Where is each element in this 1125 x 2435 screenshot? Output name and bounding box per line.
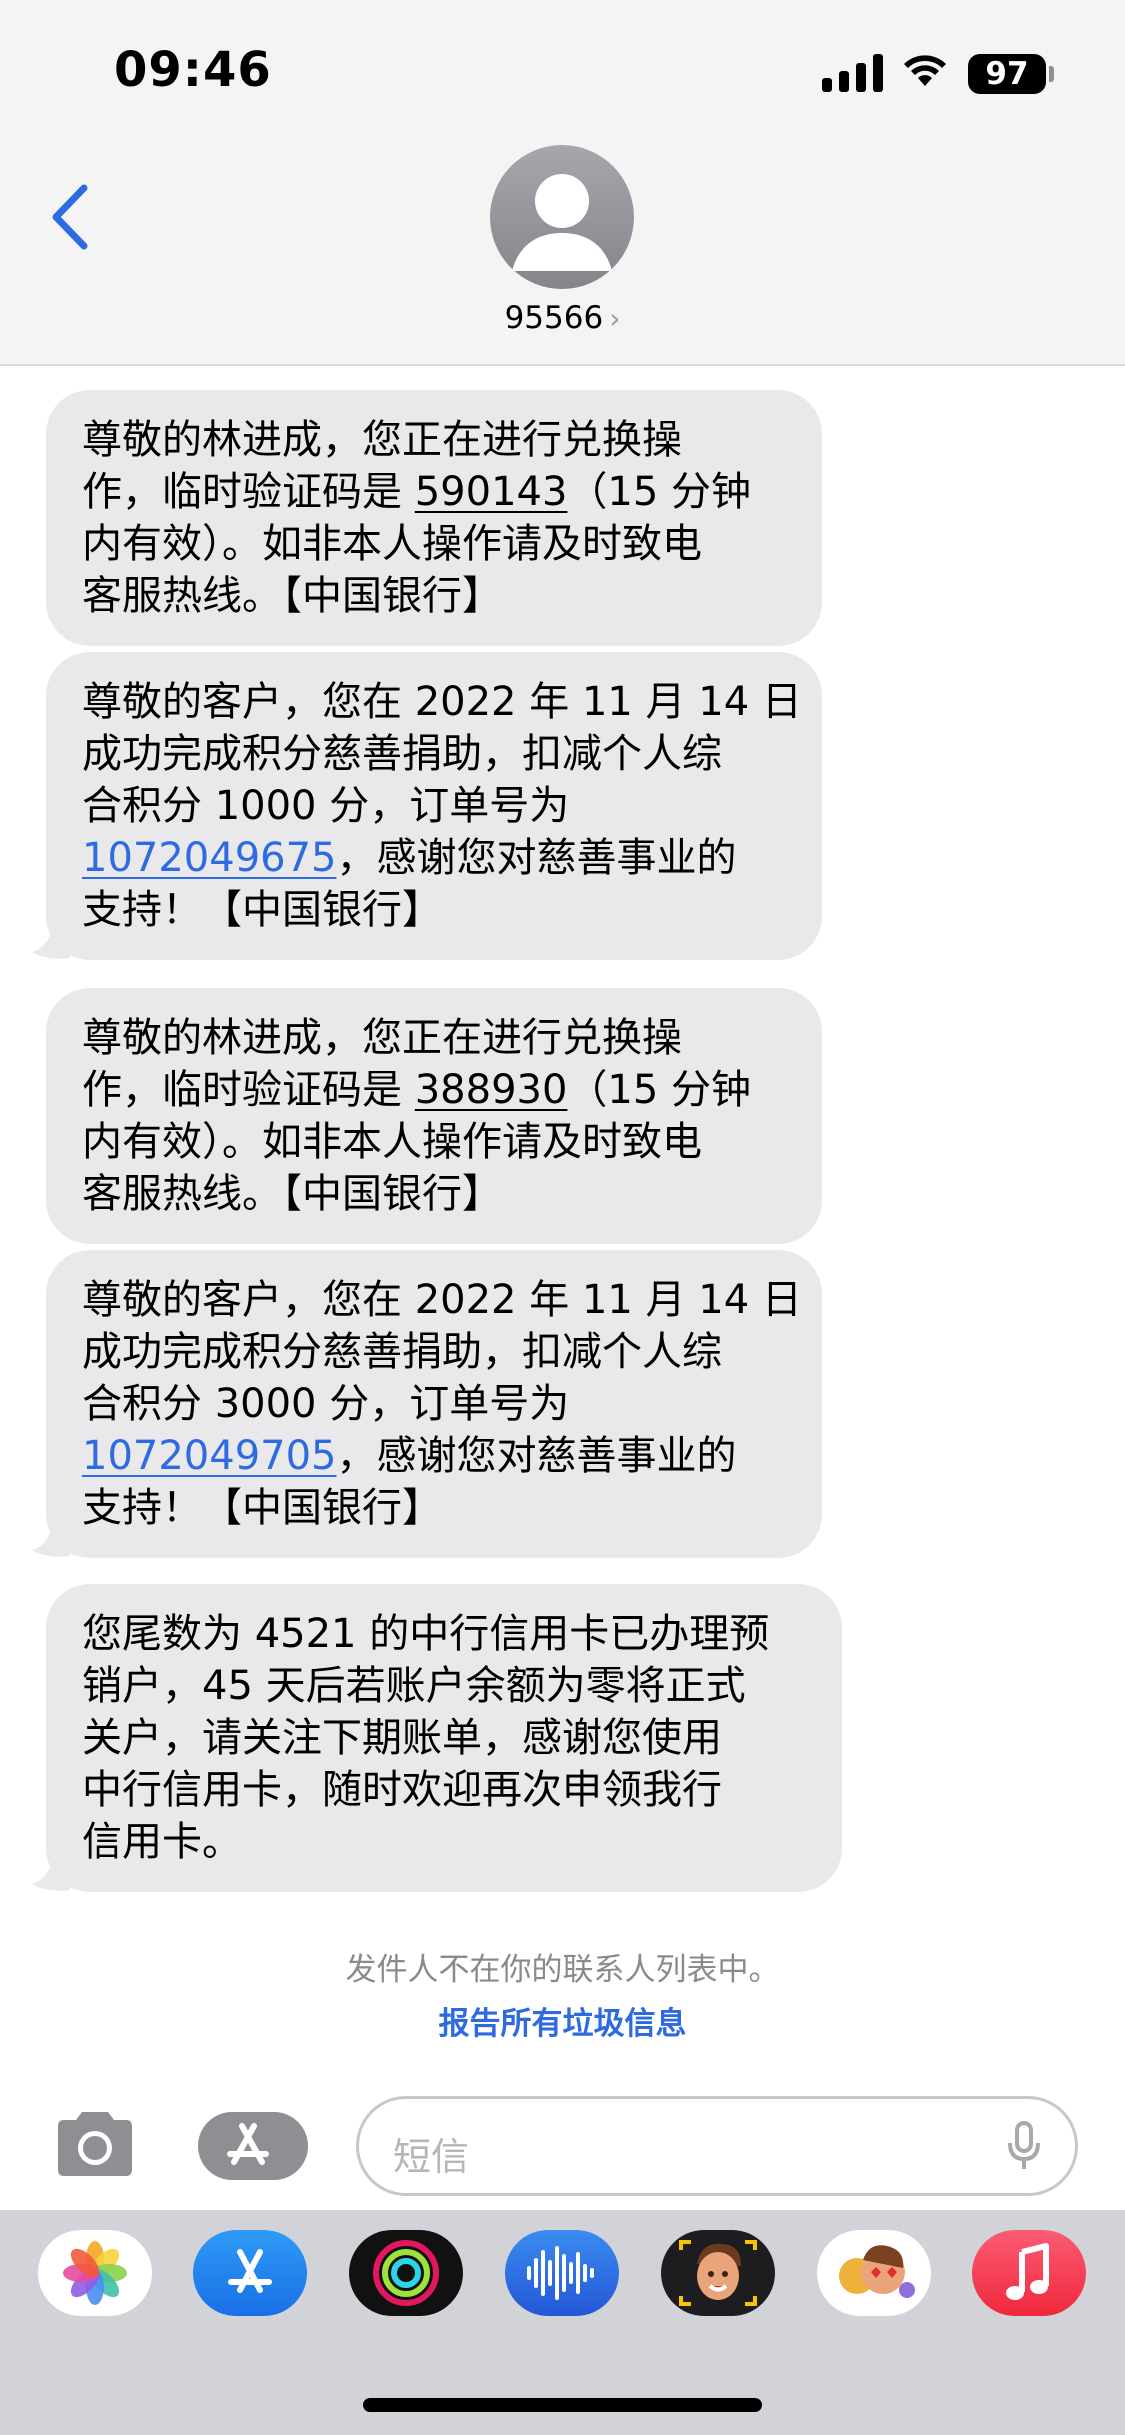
apps-button[interactable]: [198, 2112, 308, 2180]
message-line: 1072049705，感谢您对慈善事业的: [82, 1430, 786, 1482]
back-button[interactable]: [46, 182, 94, 252]
contact-name-row[interactable]: 95566 ›: [0, 300, 1125, 336]
battery-icon: 97: [968, 54, 1046, 94]
memoji-icon[interactable]: [661, 2230, 775, 2316]
message-line: 成功完成积分慈善捐助，扣减个人综: [82, 1329, 722, 1375]
message-bubble[interactable]: 尊敬的林进成，您正在进行兑换操 作，临时验证码是 388930（15 分钟 内有…: [46, 988, 822, 1244]
contact-name: 95566: [504, 300, 604, 336]
message-line: 中行信用卡，随时欢迎再次申领我行: [82, 1767, 722, 1813]
message-bubble[interactable]: 尊敬的客户，您在 2022 年 11 月 14 日 成功完成积分慈善捐助，扣减个…: [46, 1250, 822, 1558]
unknown-sender-notice: 发件人不在你的联系人列表中。: [345, 1952, 780, 1988]
message-line: 支持！【中国银行】: [82, 1485, 442, 1531]
message-line: 尊敬的林进成，您正在进行兑换操: [82, 1015, 682, 1061]
message-text: ，感谢您对慈善事业的: [336, 1433, 737, 1479]
message-line: 销户，45 天后若账户余额为零将正式: [82, 1663, 746, 1709]
message-line: 成功完成积分慈善捐助，扣减个人综: [82, 731, 722, 777]
verification-code[interactable]: 590143: [415, 469, 568, 515]
message-text: ，感谢您对慈善事业的: [336, 835, 737, 881]
bubble-tail: [32, 918, 70, 959]
message-input[interactable]: 短信: [356, 2096, 1078, 2196]
voice-memo-icon[interactable]: [505, 2230, 619, 2316]
app-store-icon[interactable]: [193, 2230, 307, 2316]
chevron-right-icon: ›: [609, 302, 621, 335]
message-text: （15 分钟: [567, 469, 752, 515]
messages-screen: 09:46 97 95566 › 尊敬的林进成，您正在进行兑换操 作，临时验证码是…: [0, 0, 1125, 2435]
order-number-link[interactable]: 1072049705: [82, 1433, 337, 1479]
message-input-placeholder: 短信: [393, 2135, 470, 2179]
message-line: 客服热线。【中国银行】: [82, 1171, 502, 1217]
bubble-tail: [32, 1850, 70, 1891]
message-line: 信用卡。: [82, 1819, 242, 1865]
microphone-icon[interactable]: [1007, 2121, 1041, 2173]
message-line: 支持！【中国银行】: [82, 887, 442, 933]
activity-icon[interactable]: [349, 2230, 463, 2316]
message-line: 合积分 3000 分，订单号为: [82, 1381, 570, 1427]
wifi-icon: [904, 55, 946, 86]
message-line: 作，临时验证码是 590143（15 分钟: [82, 466, 786, 518]
message-line: 尊敬的林进成，您正在进行兑换操: [82, 417, 682, 463]
message-line: 作，临时验证码是 388930（15 分钟: [82, 1064, 786, 1116]
camera-button[interactable]: [50, 2108, 140, 2180]
message-line: 内有效）。如非本人操作请及时致电: [82, 521, 702, 567]
message-line: 客服热线。【中国银行】: [82, 573, 502, 619]
message-text: 作，临时验证码是: [82, 1067, 415, 1113]
app-store-icon: [227, 2117, 308, 2175]
person-icon: [512, 174, 612, 271]
photos-icon[interactable]: [38, 2230, 152, 2316]
battery-level: 97: [985, 56, 1029, 92]
message-bubble[interactable]: 尊敬的客户，您在 2022 年 11 月 14 日 成功完成积分慈善捐助，扣减个…: [46, 652, 822, 960]
message-line: 尊敬的客户，您在 2022 年 11 月 14 日: [82, 679, 802, 725]
message-bubble[interactable]: 您尾数为 4521 的中行信用卡已办理预 销户，45 天后若账户余额为零将正式 …: [46, 1584, 842, 1892]
home-indicator[interactable]: [363, 2398, 762, 2412]
message-line: 您尾数为 4521 的中行信用卡已办理预: [82, 1611, 770, 1657]
conversation-header: 09:46 97 95566 ›: [0, 0, 1125, 366]
message-line: 尊敬的客户，您在 2022 年 11 月 14 日: [82, 1277, 802, 1323]
animoji-stickers-icon[interactable]: [817, 2230, 931, 2316]
message-text: 作，临时验证码是: [82, 469, 415, 515]
message-line: 1072049675，感谢您对慈善事业的: [82, 832, 786, 884]
contact-avatar[interactable]: [490, 145, 634, 289]
message-line: 内有效）。如非本人操作请及时致电: [82, 1119, 702, 1165]
battery-nub: [1049, 66, 1054, 82]
message-bubble[interactable]: 尊敬的林进成，您正在进行兑换操 作，临时验证码是 590143（15 分钟 内有…: [46, 390, 822, 646]
music-icon[interactable]: [972, 2230, 1086, 2316]
verification-code[interactable]: 388930: [415, 1067, 568, 1113]
order-number-link[interactable]: 1072049675: [82, 835, 337, 881]
message-text: （15 分钟: [567, 1067, 752, 1113]
message-line: 关户，请关注下期账单，感谢您使用: [82, 1715, 722, 1761]
bubble-tail: [32, 1516, 70, 1557]
cellular-signal-icon: [822, 54, 883, 92]
status-time: 09:46: [114, 42, 272, 98]
report-junk-link[interactable]: 报告所有垃圾信息: [0, 1998, 1125, 2043]
message-line: 合积分 1000 分，订单号为: [82, 783, 570, 829]
